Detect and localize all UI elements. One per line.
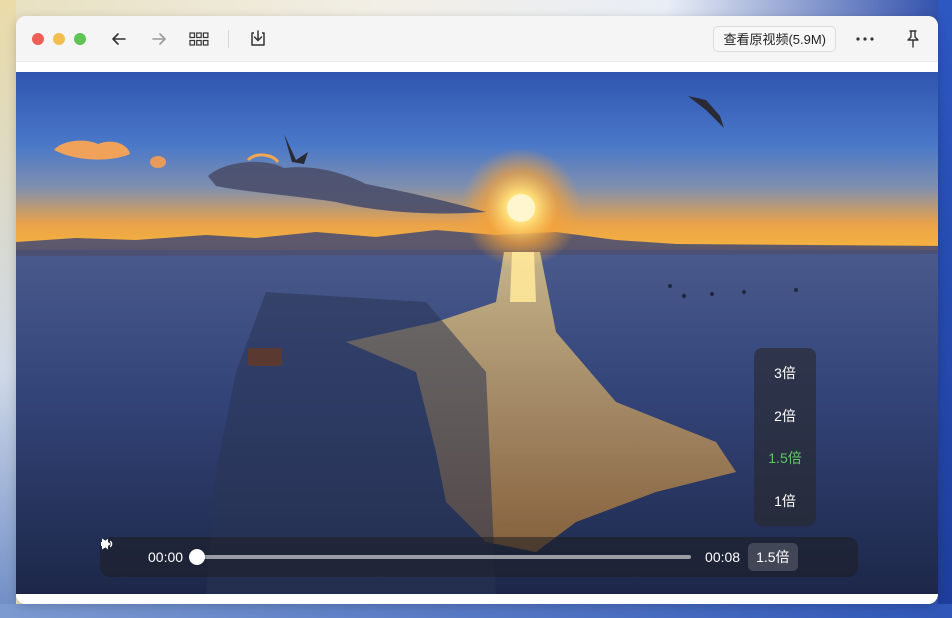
view-original-video-button[interactable]: 查看原视频(5.9M): [713, 25, 836, 52]
current-time: 00:00: [148, 549, 184, 565]
zoom-window-button[interactable]: [74, 32, 86, 45]
pin-icon: [907, 29, 919, 48]
download-icon: [251, 29, 265, 46]
minimize-window-button[interactable]: [53, 32, 65, 45]
toolbar-navigation: [104, 24, 273, 54]
speed-option-1x[interactable]: 1倍: [774, 483, 796, 519]
more-button[interactable]: [850, 24, 880, 54]
toolbar-right: [850, 24, 928, 54]
grid-icon: [189, 31, 209, 46]
volume-button[interactable]: [101, 538, 830, 566]
forward-button[interactable]: [144, 24, 174, 54]
speed-option-2x[interactable]: 2倍: [774, 398, 796, 434]
duration: 00:08: [705, 549, 741, 565]
more-icon: [856, 36, 874, 41]
progress-bar[interactable]: [189, 549, 692, 565]
arrow-left-icon: [112, 32, 126, 45]
desktop-background-left: [0, 0, 16, 618]
desktop-background-bottom: [0, 604, 952, 618]
arrow-right-icon: [152, 32, 166, 45]
pin-button[interactable]: [898, 24, 928, 54]
speed-option-3x[interactable]: 3倍: [774, 355, 796, 391]
video-frame[interactable]: 3倍 2倍 1.5倍 1倍 00:00 00:08 1.5倍: [16, 72, 938, 594]
window-controls: [32, 32, 86, 45]
progress-thumb[interactable]: [189, 549, 206, 565]
title-bar: 查看原视频(5.9M): [16, 16, 938, 62]
close-window-button[interactable]: [32, 32, 44, 45]
volume-icon: [101, 538, 113, 550]
download-button[interactable]: [243, 24, 273, 54]
grid-view-button[interactable]: [184, 24, 214, 54]
playback-controls: 00:00 00:08 1.5倍: [100, 537, 858, 577]
toolbar-separator: [228, 29, 229, 48]
back-button[interactable]: [104, 24, 134, 54]
speed-option-1-5x[interactable]: 1.5倍: [768, 440, 801, 476]
video-viewer-window: 查看原视频(5.9M) 3倍 2倍 1.5倍 1倍 00:00 00:08 1.…: [16, 16, 938, 604]
playback-speed-button[interactable]: 1.5倍: [748, 543, 798, 571]
speed-menu: 3倍 2倍 1.5倍 1倍: [754, 348, 816, 526]
play-button[interactable]: [102, 538, 136, 566]
desktop-background-right: [938, 0, 952, 618]
